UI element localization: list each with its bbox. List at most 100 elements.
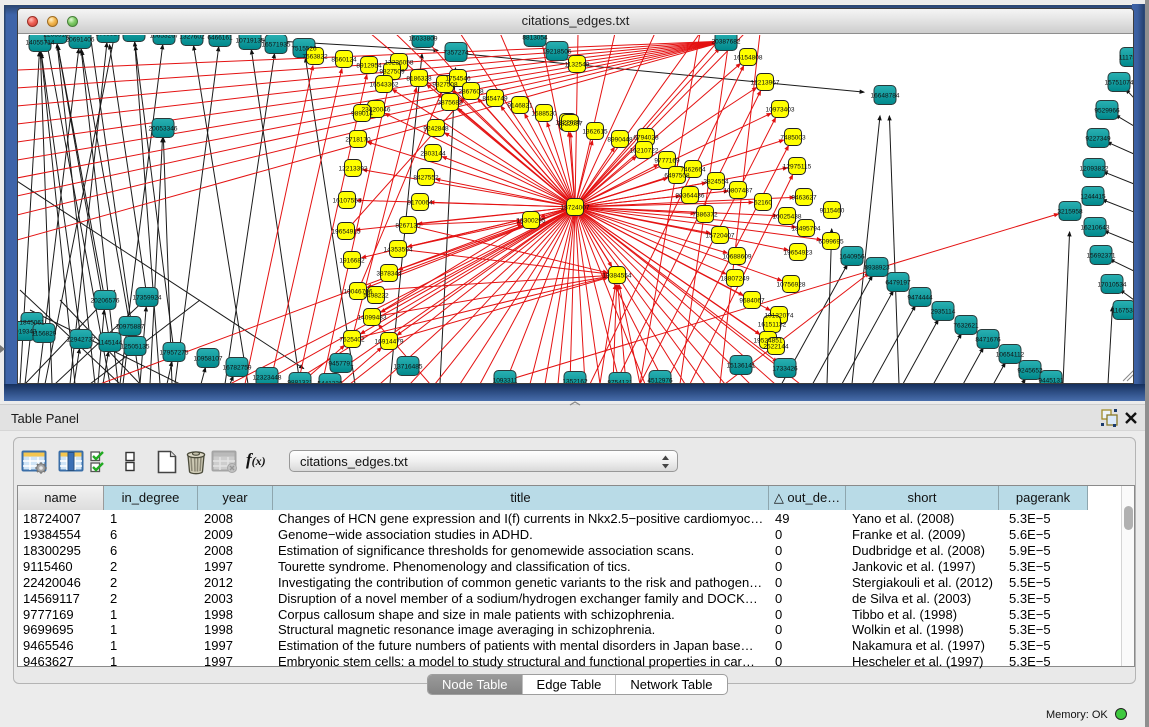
svg-text:1733426: 1733426 <box>772 366 798 373</box>
svg-text:9684067: 9684067 <box>739 298 765 305</box>
svg-text:4512976: 4512976 <box>647 378 673 385</box>
svg-text:12975115: 12975115 <box>783 164 812 171</box>
svg-text:16151132: 16151132 <box>758 322 787 329</box>
svg-text:1145144: 1145144 <box>98 340 123 347</box>
svg-text:12213967: 12213967 <box>751 80 780 87</box>
svg-text:9170064: 9170064 <box>407 200 433 207</box>
svg-text:10654112: 10654112 <box>996 352 1025 359</box>
svg-text:10807487: 10807487 <box>724 188 753 195</box>
svg-text:8660124: 8660124 <box>331 57 357 64</box>
svg-text:1093311: 1093311 <box>493 378 518 385</box>
svg-text:16107553: 16107553 <box>333 198 362 205</box>
svg-text:2867608: 2867608 <box>458 89 484 96</box>
svg-text:13716485: 13716485 <box>394 364 423 371</box>
svg-text:1167534: 1167534 <box>1112 308 1133 315</box>
svg-text:6479197: 6479197 <box>885 280 911 287</box>
svg-text:9529966: 9529966 <box>1094 108 1120 115</box>
svg-text:10719135: 10719135 <box>236 38 265 45</box>
svg-text:10025438: 10025438 <box>773 214 802 221</box>
svg-text:10958107: 10958107 <box>194 356 223 363</box>
svg-text:18300295: 18300295 <box>517 218 546 225</box>
svg-text:17359924: 17359924 <box>133 295 162 302</box>
svg-text:6794028: 6794028 <box>633 135 659 142</box>
svg-text:10688609: 10688609 <box>723 254 752 261</box>
svg-text:7386372: 7386372 <box>692 212 718 219</box>
svg-text:6466161: 6466161 <box>207 35 233 42</box>
svg-text:17010534: 17010534 <box>1098 282 1127 289</box>
svg-text:12323448: 12323448 <box>253 375 282 382</box>
svg-text:16543362: 16543362 <box>370 82 399 89</box>
svg-text:8267130: 8267130 <box>395 223 421 230</box>
svg-text:8427552: 8427552 <box>413 175 439 182</box>
svg-text:8990448: 8990448 <box>607 137 633 144</box>
svg-text:8938923: 8938923 <box>864 265 890 272</box>
svg-text:2522144: 2522144 <box>763 344 789 351</box>
svg-text:8471676: 8471676 <box>975 337 1001 344</box>
svg-text:3824554: 3824554 <box>703 179 729 186</box>
svg-text:16210722: 16210722 <box>630 148 659 155</box>
svg-text:9463627: 9463627 <box>791 195 817 202</box>
svg-text:1327602: 1327602 <box>179 35 205 41</box>
svg-text:9777169: 9777169 <box>654 158 680 165</box>
svg-text:8454749: 8454749 <box>482 96 508 103</box>
svg-text:12093822: 12093822 <box>1080 166 1109 173</box>
svg-text:18807249: 18807249 <box>721 276 750 283</box>
svg-text:9881321: 9881321 <box>287 380 313 385</box>
svg-text:62160: 62160 <box>754 200 772 207</box>
svg-text:9227349: 9227349 <box>1085 136 1111 143</box>
svg-text:1352162: 1352162 <box>562 379 588 385</box>
svg-text:15136141: 15136141 <box>727 363 756 370</box>
svg-text:3822037: 3822037 <box>557 121 583 128</box>
svg-text:9242848: 9242848 <box>423 126 449 133</box>
svg-text:20691406: 20691406 <box>66 37 95 44</box>
svg-text:1845061: 1845061 <box>19 320 45 327</box>
svg-text:8754121: 8754121 <box>607 380 633 385</box>
svg-text:10132074: 10132074 <box>765 313 794 320</box>
svg-text:9327509: 9327509 <box>379 69 405 76</box>
svg-text:20387682: 20387682 <box>712 39 741 46</box>
svg-text:2803144: 2803144 <box>420 151 446 158</box>
svg-text:10973403: 10973403 <box>766 107 795 114</box>
svg-text:9245652: 9245652 <box>1017 368 1043 375</box>
svg-text:2718170: 2718170 <box>345 137 371 144</box>
svg-text:16648784: 16648784 <box>871 93 900 100</box>
svg-text:18724007: 18724007 <box>561 205 590 212</box>
svg-text:1588520: 1588520 <box>531 111 557 118</box>
svg-text:15692371: 15692371 <box>1087 253 1116 260</box>
svg-text:20364436: 20364436 <box>676 193 705 200</box>
svg-text:7625402: 7625402 <box>339 337 365 344</box>
svg-text:9474444: 9474444 <box>907 295 933 302</box>
svg-text:20206576: 20206576 <box>91 298 120 305</box>
svg-text:7357274: 7357274 <box>443 50 469 57</box>
svg-text:17957275: 17957275 <box>160 350 189 357</box>
svg-text:3878344: 3878344 <box>376 271 402 278</box>
svg-text:16782759: 16782759 <box>223 365 252 372</box>
svg-text:9891406: 9891406 <box>121 35 147 37</box>
svg-text:1156829: 1156829 <box>32 331 57 338</box>
svg-text:14099483: 14099483 <box>358 315 387 322</box>
svg-text:19654915: 19654915 <box>332 229 361 236</box>
svg-text:7632621: 7632621 <box>953 323 979 330</box>
svg-text:18495794: 18495794 <box>792 226 821 233</box>
svg-text:7485003: 7485003 <box>780 135 806 142</box>
svg-text:8186328: 8186328 <box>406 76 432 83</box>
svg-text:15720407: 15720407 <box>706 233 735 240</box>
svg-text:12213392: 12213392 <box>339 166 368 173</box>
svg-text:16033809: 16033809 <box>409 36 438 43</box>
svg-text:16210643: 16210643 <box>1081 225 1110 232</box>
svg-text:10653267: 10653267 <box>150 35 179 40</box>
svg-text:8813054: 8813054 <box>522 35 548 42</box>
svg-text:20053346: 20053346 <box>149 126 178 133</box>
svg-text:1132549: 1132549 <box>565 62 590 69</box>
svg-text:19384554: 19384554 <box>603 273 632 280</box>
svg-text:7515526: 7515526 <box>291 46 317 53</box>
svg-text:19218506: 19218506 <box>543 49 572 56</box>
svg-text:9146821: 9146821 <box>507 103 533 110</box>
svg-text:7663822: 7663822 <box>302 54 328 61</box>
svg-text:10975887: 10975887 <box>116 324 145 331</box>
svg-text:1362615: 1362615 <box>582 129 608 136</box>
svg-text:3875685: 3875685 <box>437 100 463 107</box>
svg-text:1916682: 1916682 <box>339 258 365 265</box>
svg-text:9457791: 9457791 <box>328 361 354 368</box>
svg-text:14055714: 14055714 <box>26 40 55 47</box>
